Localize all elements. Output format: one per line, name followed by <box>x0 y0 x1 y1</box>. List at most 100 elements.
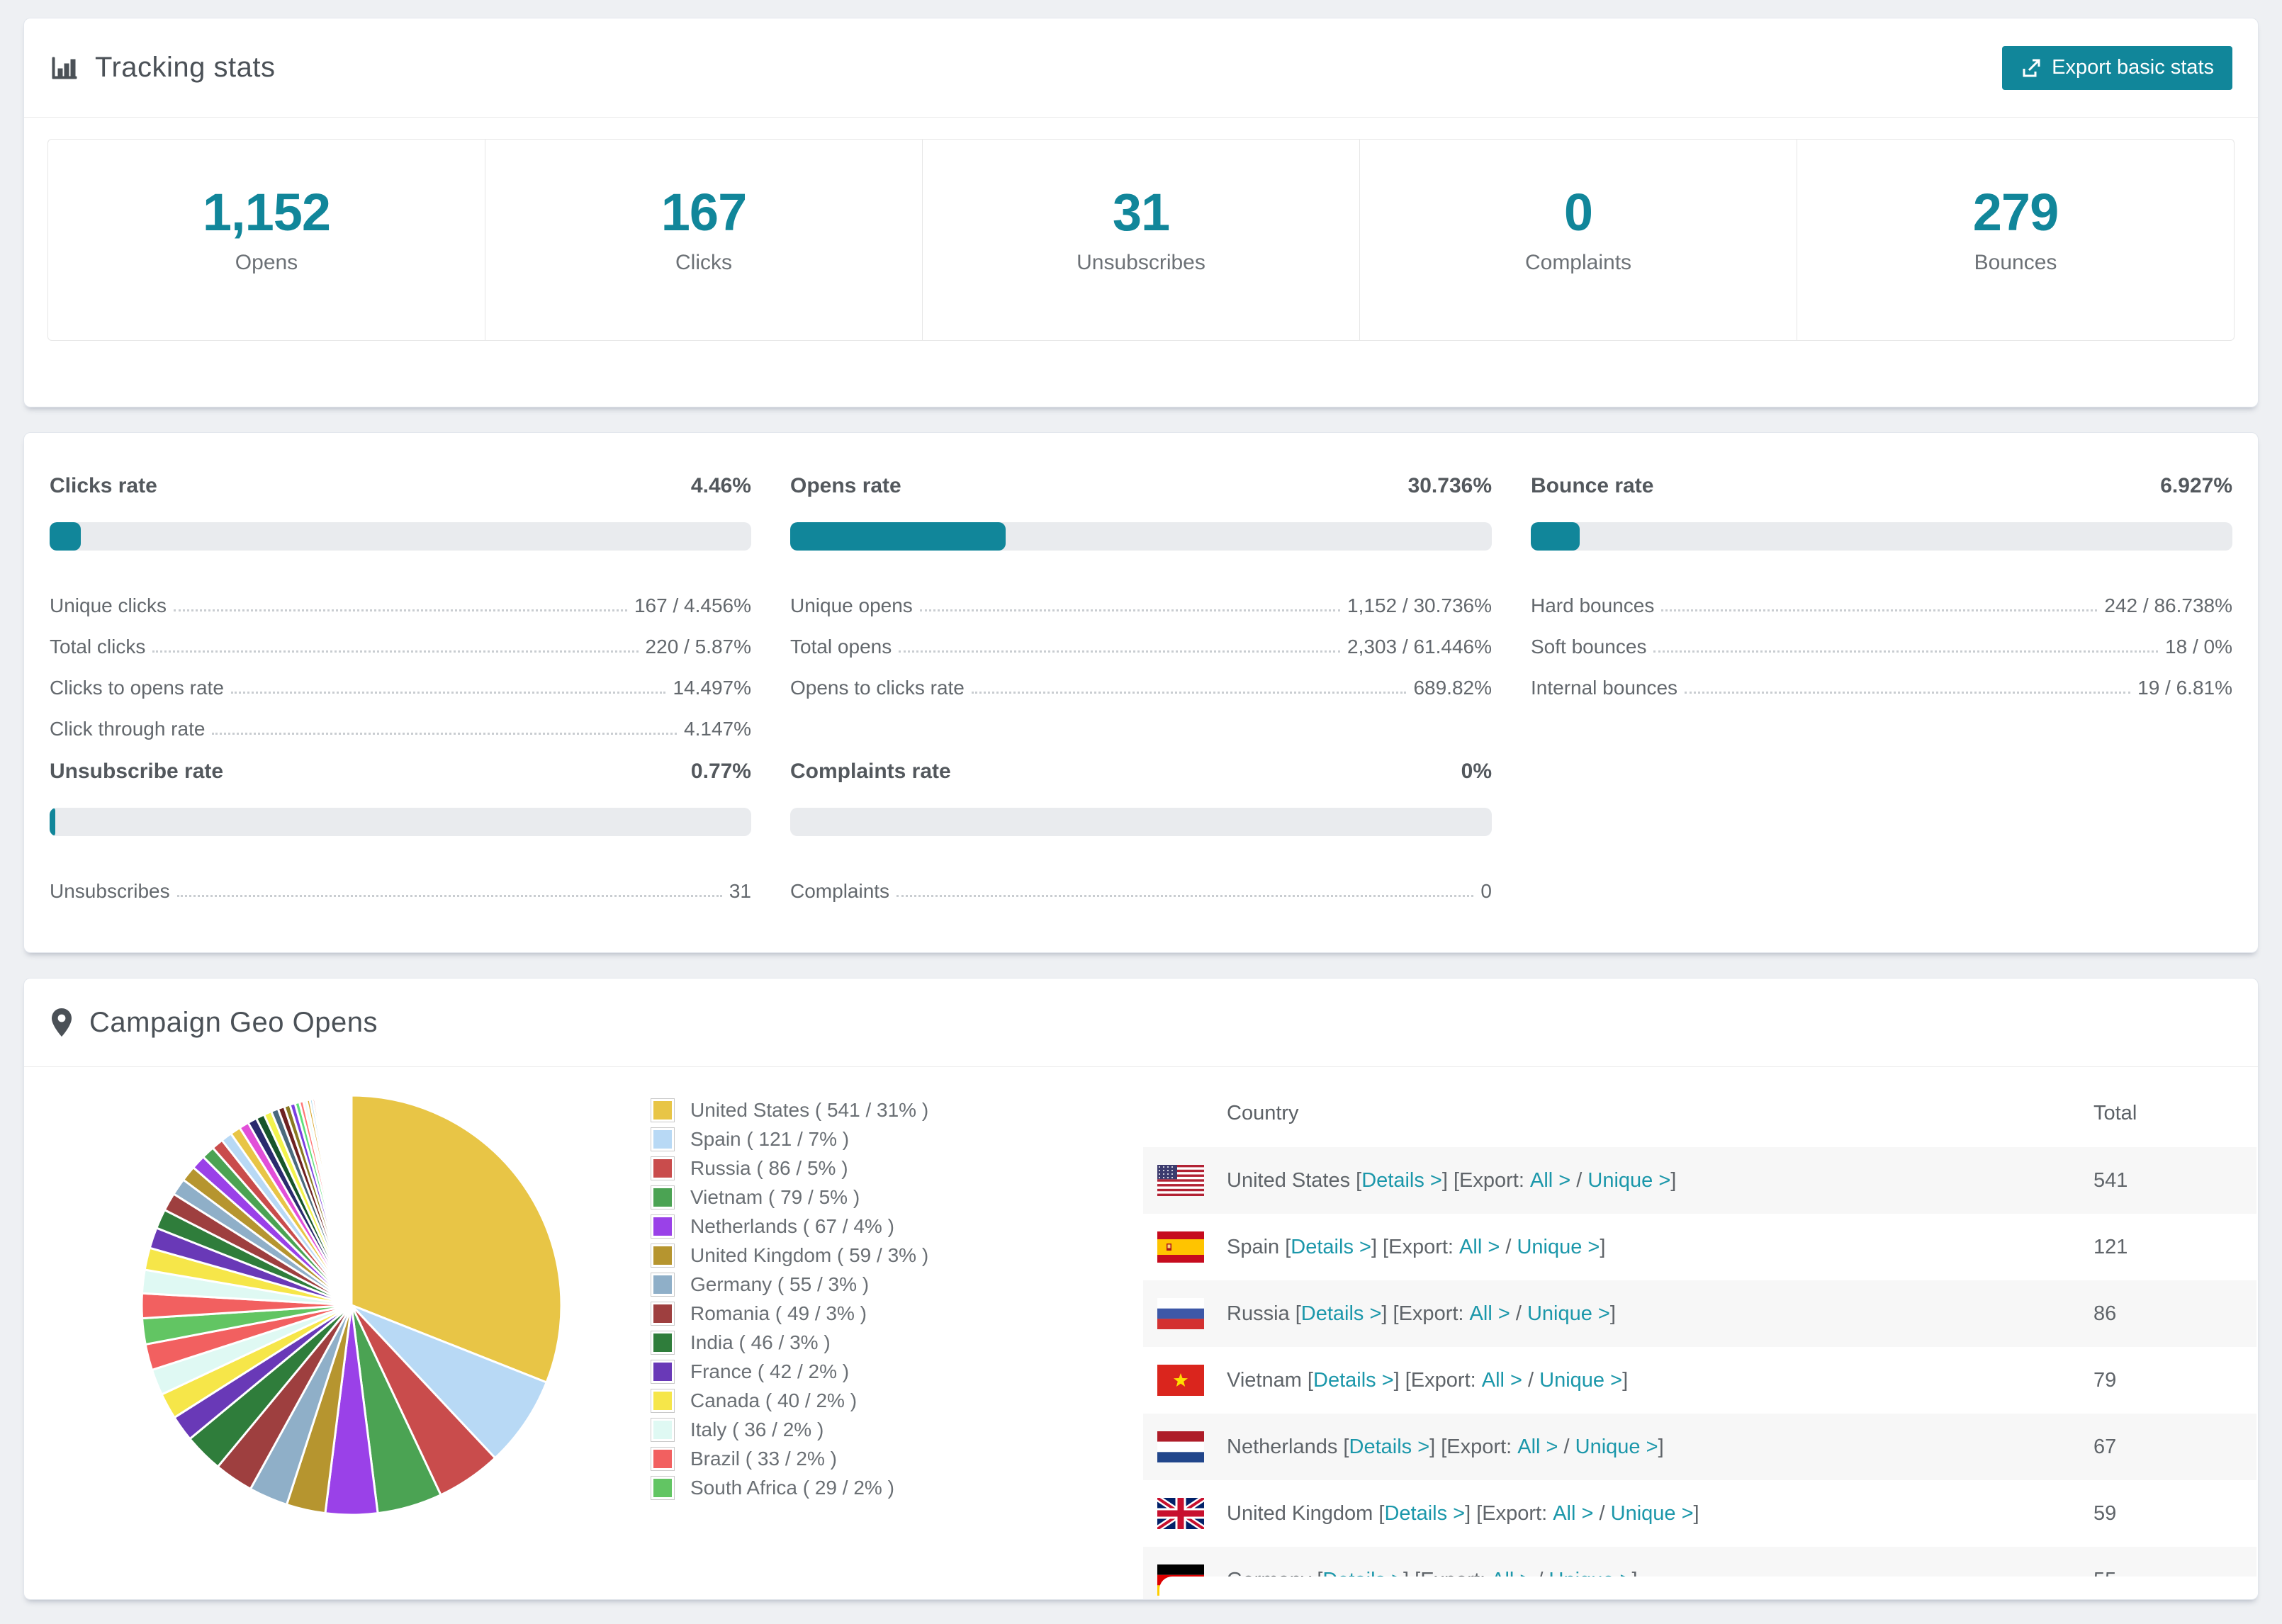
legend-swatch <box>651 1185 675 1209</box>
progress-fill <box>50 808 55 836</box>
bracket-text: ] <box>1693 1501 1699 1525</box>
clicks-rate-section: Clicks rate 4.46% Unique clicks 167 / 4.4… <box>50 474 751 740</box>
flag-vn-icon <box>1157 1365 1204 1396</box>
separator-text: / <box>1558 1435 1575 1458</box>
details-link[interactable]: Details > <box>1301 1302 1382 1326</box>
metric-value: 4.147% <box>684 718 751 740</box>
legend-label: Brazil ( 33 / 2% ) <box>690 1447 837 1470</box>
country-cell: Russia [Details >] [Export: All > / Uniq… <box>1143 1298 2093 1329</box>
geo-pie-chart[interactable] <box>132 1086 571 1525</box>
table-row: Netherlands [Details >] [Export: All > /… <box>1143 1414 2256 1480</box>
legend-item-italy[interactable]: Italy ( 36 / 2% ) <box>651 1415 1037 1444</box>
export-all-link[interactable]: All > <box>1530 1169 1570 1192</box>
flag-gb-icon <box>1157 1498 1204 1529</box>
legend-item-united-states[interactable]: United States ( 541 / 31% ) <box>651 1095 1037 1124</box>
dotted-leader <box>152 650 639 653</box>
legend-item-united-kingdom[interactable]: United Kingdom ( 59 / 3% ) <box>651 1241 1037 1270</box>
legend-item-canada[interactable]: Canada ( 40 / 2% ) <box>651 1386 1037 1415</box>
dotted-leader <box>971 692 1407 694</box>
export-basic-stats-button[interactable]: Export basic stats <box>2002 45 2232 90</box>
legend-item-south-africa[interactable]: South Africa ( 29 / 2% ) <box>651 1473 1037 1502</box>
rate-value: 0.77% <box>690 760 751 783</box>
stat-opens: 1,152 Opens <box>48 140 485 340</box>
export-all-link[interactable]: All > <box>1482 1369 1522 1392</box>
details-link[interactable]: Details > <box>1349 1436 1430 1459</box>
metric-value: 167 / 4.456% <box>634 594 751 616</box>
table-row: United Kingdom [Details >] [Export: All … <box>1143 1480 2256 1547</box>
export-all-link[interactable]: All > <box>1470 1302 1510 1326</box>
row-total: 67 <box>2093 1435 2117 1458</box>
export-all-link[interactable]: All > <box>1517 1436 1558 1459</box>
legend-item-germany[interactable]: Germany ( 55 / 3% ) <box>651 1270 1037 1299</box>
table-row: United States [Details >] [Export: All >… <box>1143 1147 2256 1214</box>
legend-item-france[interactable]: France ( 42 / 2% ) <box>651 1357 1037 1386</box>
legend-item-brazil[interactable]: Brazil ( 33 / 2% ) <box>651 1444 1037 1473</box>
export-unique-link[interactable]: Unique > <box>1517 1236 1600 1259</box>
legend-label: Vietnam ( 79 / 5% ) <box>690 1185 860 1208</box>
unsubscribe-rate-progress-bar <box>50 808 751 836</box>
export-unique-link[interactable]: Unique > <box>1611 1502 1694 1526</box>
rate-detail-rows: Unique opens 1,152 / 30.736% Total opens 2,… <box>790 576 1492 699</box>
dotted-leader <box>1685 692 2131 694</box>
rate-value: 6.927% <box>2160 474 2232 497</box>
separator-text: / <box>1522 1368 1540 1392</box>
export-unique-link[interactable]: Unique > <box>1539 1369 1622 1392</box>
legend-item-netherlands[interactable]: Netherlands ( 67 / 4% ) <box>651 1212 1037 1241</box>
export-all-link[interactable]: All > <box>1553 1502 1593 1526</box>
details-link[interactable]: Details > <box>1361 1169 1442 1192</box>
metric-row: Unique clicks 167 / 4.456% <box>50 576 751 617</box>
metric-value: 14.497% <box>673 677 751 699</box>
stat-value: 0 <box>1563 183 1593 242</box>
legend-item-vietnam[interactable]: Vietnam ( 79 / 5% ) <box>651 1183 1037 1212</box>
export-unique-link[interactable]: Unique > <box>1587 1169 1670 1192</box>
stat-clicks: 167 Clicks <box>485 140 922 340</box>
rate-detail-rows: Hard bounces 242 / 86.738% Soft bounces 18 … <box>1531 576 2232 699</box>
rates-grid: Clicks rate 4.46% Unique clicks 167 / 4.4… <box>50 474 2232 903</box>
section-title: Campaign Geo Opens <box>89 1006 378 1038</box>
legend-item-india[interactable]: India ( 46 / 3% ) <box>651 1328 1037 1357</box>
legend-swatch <box>651 1330 675 1355</box>
country-name: United Kingdom <box>1227 1501 1373 1525</box>
legend-swatch <box>651 1359 675 1384</box>
metric-value: 242 / 86.738% <box>2104 594 2232 616</box>
separator-text: / <box>1593 1501 1611 1525</box>
export-unique-link[interactable]: Unique > <box>1527 1302 1610 1326</box>
country-cell: United Kingdom [Details >] [Export: All … <box>1143 1498 2093 1529</box>
separator-text: / <box>1500 1235 1517 1258</box>
bracket-text: [ <box>1337 1435 1349 1458</box>
legend-swatch <box>651 1156 675 1180</box>
legend-item-spain[interactable]: Spain ( 121 / 7% ) <box>651 1124 1037 1154</box>
opens-rate-progress-bar <box>790 522 1492 551</box>
legend-label: United States ( 541 / 31% ) <box>690 1098 929 1121</box>
legend-label: United Kingdom ( 59 / 3% ) <box>690 1244 929 1266</box>
dotted-leader <box>173 609 627 611</box>
bracket-text: [ <box>1289 1302 1301 1325</box>
rate-title: Complaints rate <box>790 760 951 783</box>
metric-row: Hard bounces 242 / 86.738% <box>1531 576 2232 617</box>
metric-label: Unsubscribes <box>50 880 170 902</box>
bounce-rate-progress-bar <box>1531 522 2232 551</box>
metric-label: Internal bounces <box>1531 677 1678 699</box>
dotted-leader <box>176 895 722 897</box>
country-cell: Spain [Details >] [Export: All > / Uniqu… <box>1143 1231 2093 1263</box>
metric-value: 2,303 / 61.446% <box>1347 636 1492 658</box>
export-all-link[interactable]: All > <box>1459 1236 1500 1259</box>
geo-legend: United States ( 541 / 31% ) Spain ( 121 /… <box>651 1095 1037 1502</box>
legend-item-romania[interactable]: Romania ( 49 / 3% ) <box>651 1299 1037 1328</box>
bracket-text: [ <box>1301 1368 1313 1392</box>
table-row: Spain [Details >] [Export: All > / Uniqu… <box>1143 1214 2256 1280</box>
legend-label: Italy ( 36 / 2% ) <box>690 1418 824 1440</box>
dotted-leader <box>896 895 1474 897</box>
legend-item-russia[interactable]: Russia ( 86 / 5% ) <box>651 1154 1037 1183</box>
details-link[interactable]: Details > <box>1313 1369 1394 1392</box>
metric-value: 220 / 5.87% <box>645 636 751 658</box>
metric-label: Unique clicks <box>50 594 167 616</box>
metric-label: Unique opens <box>790 594 913 616</box>
export-unique-link[interactable]: Unique > <box>1575 1436 1658 1459</box>
stat-complaints: 0 Complaints <box>1359 140 1797 340</box>
legend-label: Germany ( 55 / 3% ) <box>690 1273 870 1295</box>
details-link[interactable]: Details > <box>1291 1236 1371 1259</box>
stat-bounces: 279 Bounces <box>1797 140 2234 340</box>
details-link[interactable]: Details > <box>1384 1502 1465 1526</box>
country-cell: United States [Details >] [Export: All >… <box>1143 1165 2093 1196</box>
